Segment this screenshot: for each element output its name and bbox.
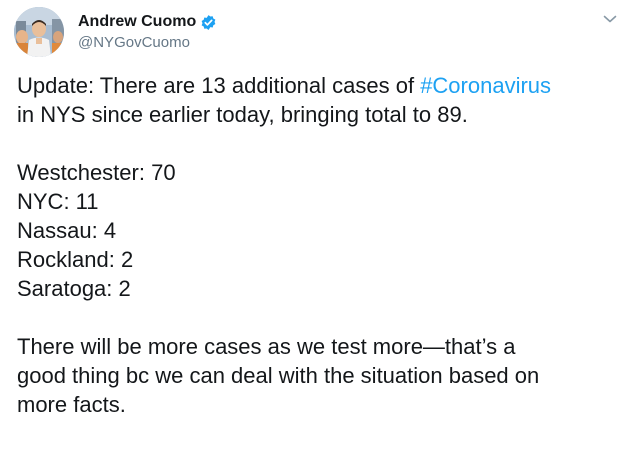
county-count: Nassau: 4 — [17, 218, 117, 243]
intro-text-continued: in NYS since earlier today, bringing tot… — [17, 102, 468, 127]
chevron-down-icon[interactable] — [602, 12, 618, 26]
profile-photo — [14, 7, 64, 57]
county-count: NYC: 11 — [17, 189, 99, 214]
intro-text: Update: There are 13 additional cases of — [17, 73, 421, 98]
county-count: Westchester: 70 — [17, 160, 176, 185]
display-name[interactable]: Andrew Cuomo — [78, 13, 196, 31]
tweet-card: Andrew Cuomo @NYGovCuomo Update: There a… — [0, 0, 640, 469]
author-name-row[interactable]: Andrew Cuomo — [78, 12, 217, 32]
closing-text-line: good thing bc we can deal with the situa… — [17, 363, 540, 388]
tweet-text-line: in NYS since earlier today, bringing tot… — [17, 100, 629, 129]
author-handle[interactable]: @NYGovCuomo — [78, 34, 190, 51]
tweet-text-line: Update: There are 13 additional cases of… — [17, 71, 629, 100]
avatar[interactable] — [14, 7, 64, 57]
tweet-text: Update: There are 13 additional cases of… — [17, 71, 629, 419]
county-count: Rockland: 2 — [17, 247, 134, 272]
hashtag-link[interactable]: #Coronavirus — [420, 73, 551, 98]
closing-text-line: There will be more cases as we test more… — [17, 334, 516, 359]
verified-badge-icon — [200, 14, 217, 31]
closing-text-line: more facts. — [17, 392, 126, 417]
county-count: Saratoga: 2 — [17, 276, 131, 301]
